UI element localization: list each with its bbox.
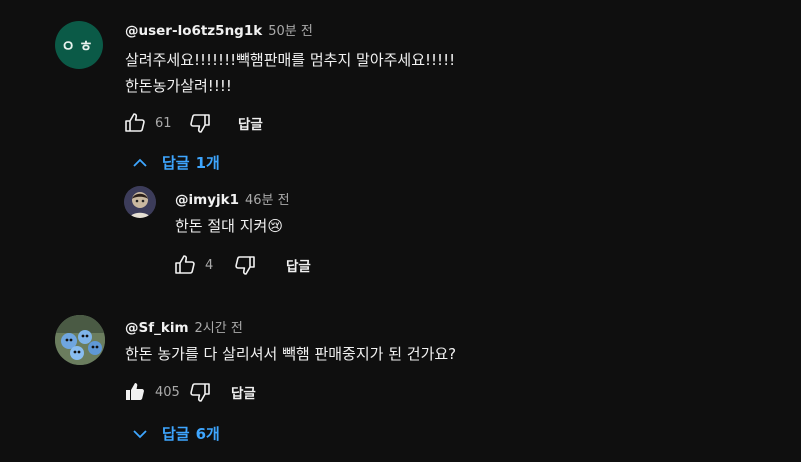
like-count: 61: [155, 115, 172, 131]
reply-button[interactable]: 답글: [231, 382, 256, 402]
reply-header: @imyjk1 46분 전: [175, 189, 290, 208]
avatar-image: [124, 186, 156, 218]
thumbs-down-icon: [190, 114, 210, 133]
comment-header: @Sf_kim 2시간 전: [125, 317, 243, 336]
chevron-up-icon: [133, 158, 147, 167]
like-button[interactable]: [120, 377, 150, 407]
avatar[interactable]: ㅇㅎ: [55, 21, 103, 69]
dislike-button[interactable]: [185, 377, 215, 407]
thumbs-down-icon: [190, 383, 210, 402]
replies-toggle[interactable]: 답글 6개: [132, 423, 220, 444]
comment-author[interactable]: @user-lo6tz5ng1k: [125, 23, 262, 39]
avatar[interactable]: [55, 315, 105, 365]
reply-author[interactable]: @imyjk1: [175, 192, 239, 208]
reply-button[interactable]: 답글: [286, 255, 311, 275]
thumbs-down-icon: [235, 256, 255, 275]
chevron-down-icon: [133, 429, 147, 438]
comment-text-line: 한돈농가살려!!!!: [125, 77, 232, 95]
thumbs-up-filled-icon: [126, 383, 144, 400]
reply-actions: 4 답글: [170, 250, 311, 280]
comment-text-line: 한돈 농가를 다 살리셔서 빽햄 판매중지가 된 건가요?: [125, 345, 457, 363]
comment-actions: 61 답글: [120, 108, 263, 138]
reply-text: 한돈 절대 지켜😢: [175, 217, 283, 235]
reply-button[interactable]: 답글: [238, 113, 263, 133]
like-button[interactable]: [120, 108, 150, 138]
replies-count: 1개: [195, 154, 220, 172]
like-button[interactable]: [170, 250, 200, 280]
thumbs-up-icon: [125, 113, 145, 132]
comment-time[interactable]: 2시간 전: [195, 317, 243, 336]
comment-header: @user-lo6tz5ng1k 50분 전: [125, 20, 313, 39]
replies-count: 6개: [195, 425, 220, 443]
replies-toggle[interactable]: 답글 1개: [132, 152, 220, 173]
comment-text-line: 살려주세요!!!!!!!빽햄판매를 멈추지 말아주세요!!!!!: [125, 51, 456, 69]
comment-actions: 405 답글: [120, 377, 256, 407]
avatar-initials: ㅇㅎ: [61, 36, 97, 55]
reply-time[interactable]: 46분 전: [245, 189, 290, 208]
avatar[interactable]: [124, 186, 156, 218]
dislike-button[interactable]: [230, 250, 260, 280]
replies-toggle-label: 답글: [162, 425, 190, 443]
dislike-button[interactable]: [185, 108, 215, 138]
avatar-image: [55, 315, 105, 365]
like-count: 4: [205, 257, 214, 273]
thumbs-up-icon: [175, 255, 195, 274]
replies-toggle-label: 답글: [162, 154, 190, 172]
comment-author[interactable]: @Sf_kim: [125, 320, 189, 336]
like-count: 405: [155, 384, 180, 400]
comment-time[interactable]: 50분 전: [268, 20, 313, 39]
